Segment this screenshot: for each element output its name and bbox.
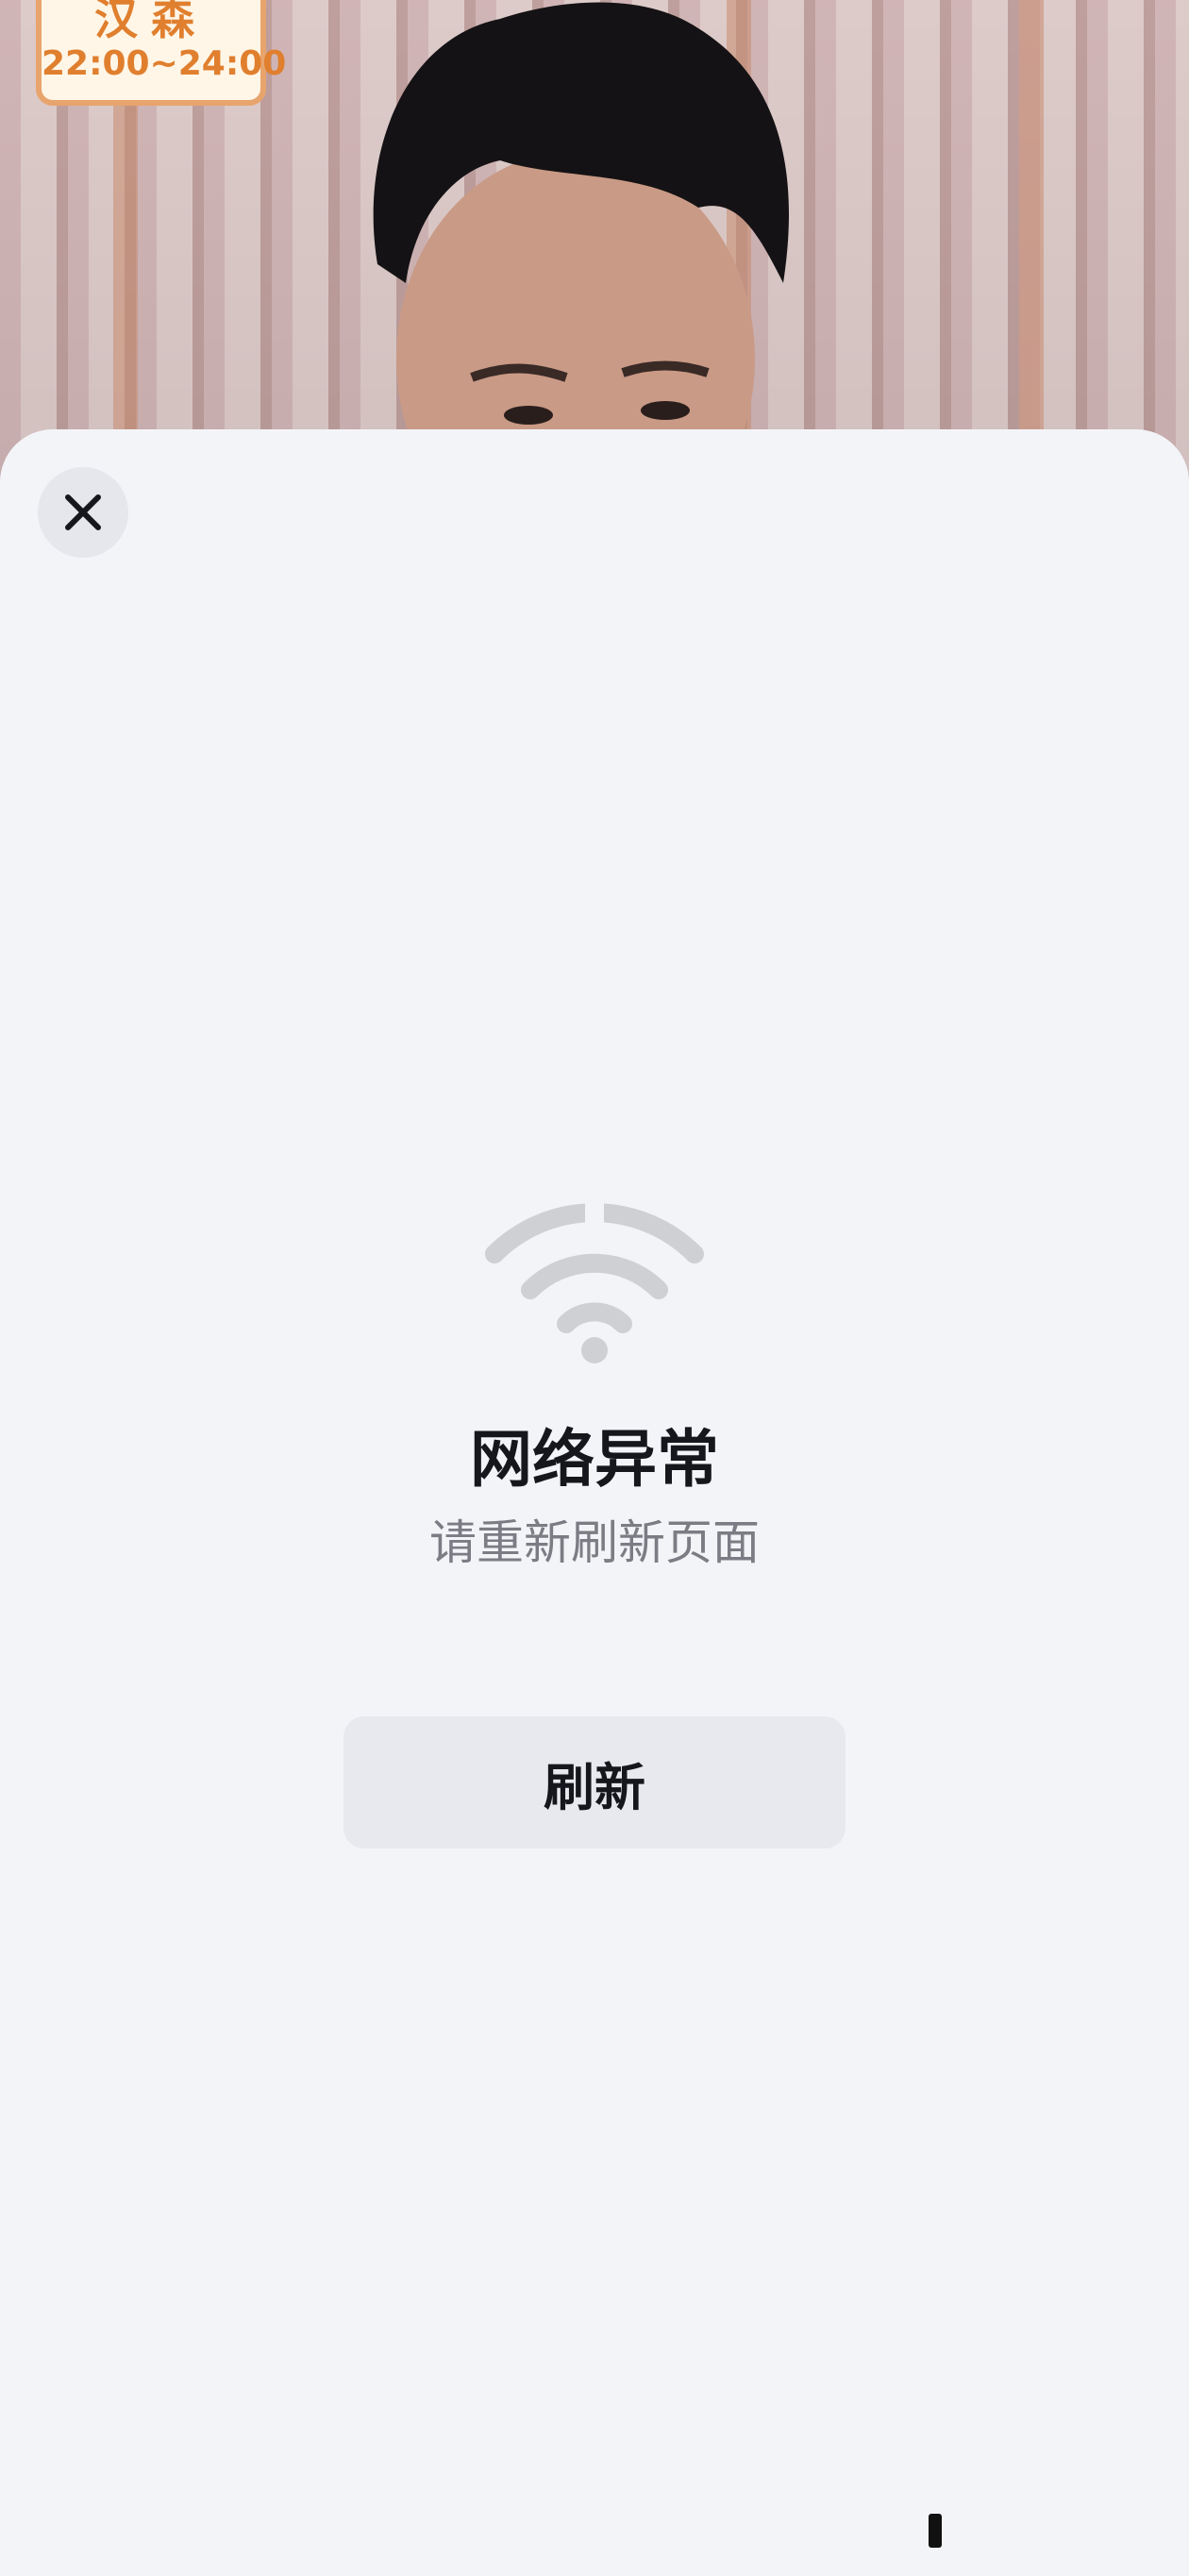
program-badge: 汉森 22:00~24:00 xyxy=(36,0,287,106)
screen: 汉森 22:00~24:00 网络异常 请重新刷新页面 刷新 xyxy=(0,0,1189,2576)
error-sheet: 网络异常 请重新刷新页面 刷新 xyxy=(0,429,1189,2576)
refresh-button[interactable]: 刷新 xyxy=(343,1716,846,1848)
program-badge-name: 汉森 xyxy=(94,0,208,44)
error-title: 网络异常 xyxy=(470,1423,719,1496)
close-icon xyxy=(65,494,101,530)
host-person-image xyxy=(373,2,789,491)
error-subtitle: 请重新刷新页面 xyxy=(429,1515,760,1570)
program-badge-time: 22:00~24:00 xyxy=(42,44,287,83)
background-pillar xyxy=(1019,0,1044,491)
background-video-frame: 汉森 22:00~24:00 xyxy=(0,0,1189,491)
close-button[interactable] xyxy=(38,467,128,558)
wifi-icon xyxy=(485,1197,704,1363)
home-indicator xyxy=(929,2514,942,2548)
